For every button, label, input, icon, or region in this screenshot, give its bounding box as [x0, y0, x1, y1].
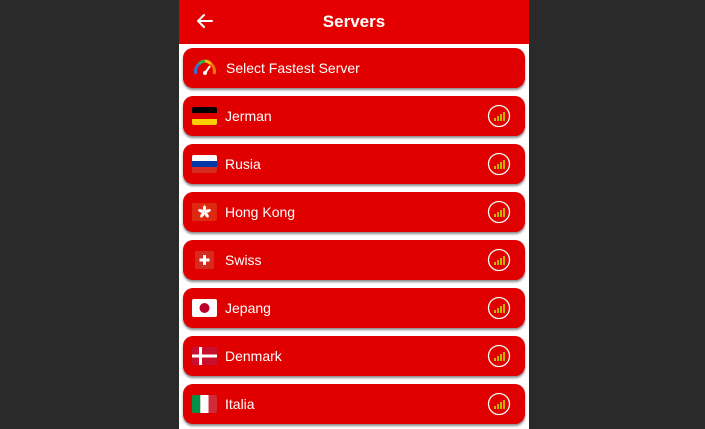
russia-flag-icon — [192, 155, 217, 173]
app-screen: Servers Select Fastest Server Jerman Rus… — [179, 0, 529, 429]
server-item-rusia[interactable]: Rusia — [183, 144, 525, 184]
signal-strength-icon — [487, 296, 511, 320]
signal-strength-icon — [487, 392, 511, 416]
server-label: Jepang — [225, 300, 271, 316]
top-bar: Servers — [179, 0, 529, 44]
server-item-hong-kong[interactable]: Hong Kong — [183, 192, 525, 232]
germany-flag-icon — [192, 107, 217, 125]
signal-strength-icon — [487, 344, 511, 368]
server-item-italia[interactable]: Italia — [183, 384, 525, 424]
server-item-jerman[interactable]: Jerman — [183, 96, 525, 136]
signal-strength-icon — [487, 152, 511, 176]
server-label: Rusia — [225, 156, 261, 172]
switzerland-flag-icon — [195, 251, 214, 269]
server-item-swiss[interactable]: Swiss — [183, 240, 525, 280]
server-label: Denmark — [225, 348, 282, 364]
back-button[interactable] — [193, 9, 217, 33]
page-title: Servers — [322, 12, 386, 31]
denmark-flag-icon — [192, 347, 217, 365]
signal-strength-icon — [487, 248, 511, 272]
japan-flag-icon — [192, 299, 217, 317]
server-item-jepang[interactable]: Jepang — [183, 288, 525, 328]
speedometer-icon — [194, 59, 216, 75]
server-label: Swiss — [225, 252, 262, 268]
server-item-denmark[interactable]: Denmark — [183, 336, 525, 376]
hong-kong-flag-icon — [192, 203, 217, 221]
server-list: Select Fastest Server Jerman Rusia Hong … — [179, 44, 529, 424]
italy-flag-icon — [192, 395, 217, 413]
signal-strength-icon — [487, 104, 511, 128]
select-fastest-server-button[interactable]: Select Fastest Server — [183, 48, 525, 88]
signal-strength-icon — [487, 200, 511, 224]
fastest-server-label: Select Fastest Server — [226, 60, 360, 76]
arrow-left-icon — [197, 14, 213, 28]
server-label: Italia — [225, 396, 255, 412]
server-label: Hong Kong — [225, 204, 296, 220]
server-label: Jerman — [225, 108, 272, 124]
